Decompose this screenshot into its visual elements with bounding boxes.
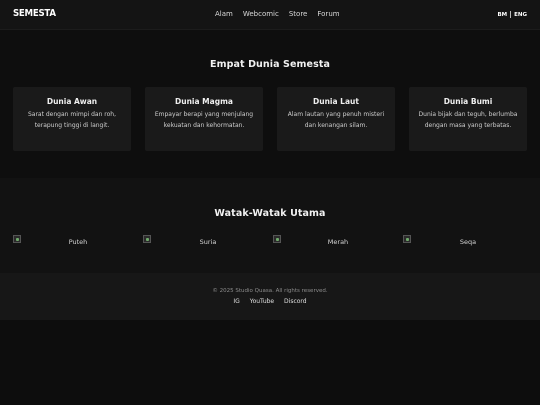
nav-link-store[interactable]: Store: [289, 10, 308, 18]
character-merah[interactable]: Merah: [273, 235, 403, 249]
main-nav: Alam Webcomic Store Forum: [215, 10, 350, 18]
world-card-title: Dunia Awan: [46, 97, 98, 106]
world-card-desc: Empayar berapi yang menjulang kekuatan d…: [154, 111, 254, 129]
world-card-desc: Dunia bijak dan teguh, berlumba dengan m…: [418, 111, 518, 129]
lang-divider: [510, 11, 512, 18]
characters-section: [0, 178, 540, 273]
top-navigation-bar: SEMESTA Alam Webcomic Store Forum BM ENG: [0, 0, 540, 30]
character-puteh[interactable]: Puteh: [13, 235, 143, 249]
footer-link-youtube[interactable]: YouTube: [250, 298, 274, 305]
character-name: Merah: [327, 238, 349, 246]
footer-links: IG YouTube Discord: [0, 298, 540, 305]
world-card-title: Dunia Magma: [175, 97, 233, 106]
characters-heading: Watak-Watak Utama: [214, 208, 326, 219]
language-switcher: BM ENG: [497, 11, 527, 18]
world-card-desc: Alam lautan yang penuh misteri dan kenan…: [287, 111, 385, 129]
nav-link-alam[interactable]: Alam: [215, 10, 233, 18]
world-card-title: Dunia Bumi: [443, 97, 493, 106]
character-name: Seqa: [459, 238, 477, 246]
character-suria[interactable]: Suria: [143, 235, 273, 249]
world-card-title: Dunia Laut: [313, 97, 359, 106]
worlds-heading: Empat Dunia Semesta: [210, 59, 330, 70]
character-seqa[interactable]: Seqa: [403, 235, 533, 249]
nav-link-webcomic[interactable]: Webcomic: [243, 10, 279, 18]
lang-eng[interactable]: ENG: [514, 12, 527, 18]
world-card-magma[interactable]: Dunia Magma Empayar berapi yang menjulan…: [145, 87, 263, 151]
page-bottom: [0, 320, 540, 405]
world-card-awan[interactable]: Dunia Awan Sarat dengan mimpi dan roh, t…: [13, 87, 131, 151]
world-card-desc: Sarat dengan mimpi dan roh, terapung tin…: [27, 111, 117, 129]
footer-link-ig[interactable]: IG: [233, 298, 239, 305]
copyright-text: © 2025 Studio Quasa. All rights reserved…: [212, 288, 328, 294]
world-card-laut[interactable]: Dunia Laut Alam lautan yang penuh mister…: [277, 87, 395, 151]
site-logo[interactable]: SEMESTA: [13, 8, 56, 19]
lang-bm[interactable]: BM: [497, 12, 507, 18]
nav-link-forum[interactable]: Forum: [317, 10, 339, 18]
character-name: Puteh: [68, 238, 88, 246]
world-card-bumi[interactable]: Dunia Bumi Dunia bijak dan teguh, berlum…: [409, 87, 527, 151]
character-name: Suria: [199, 238, 217, 246]
footer-link-discord[interactable]: Discord: [284, 298, 307, 305]
site-footer: © 2025 Studio Quasa. All rights reserved…: [0, 273, 540, 320]
